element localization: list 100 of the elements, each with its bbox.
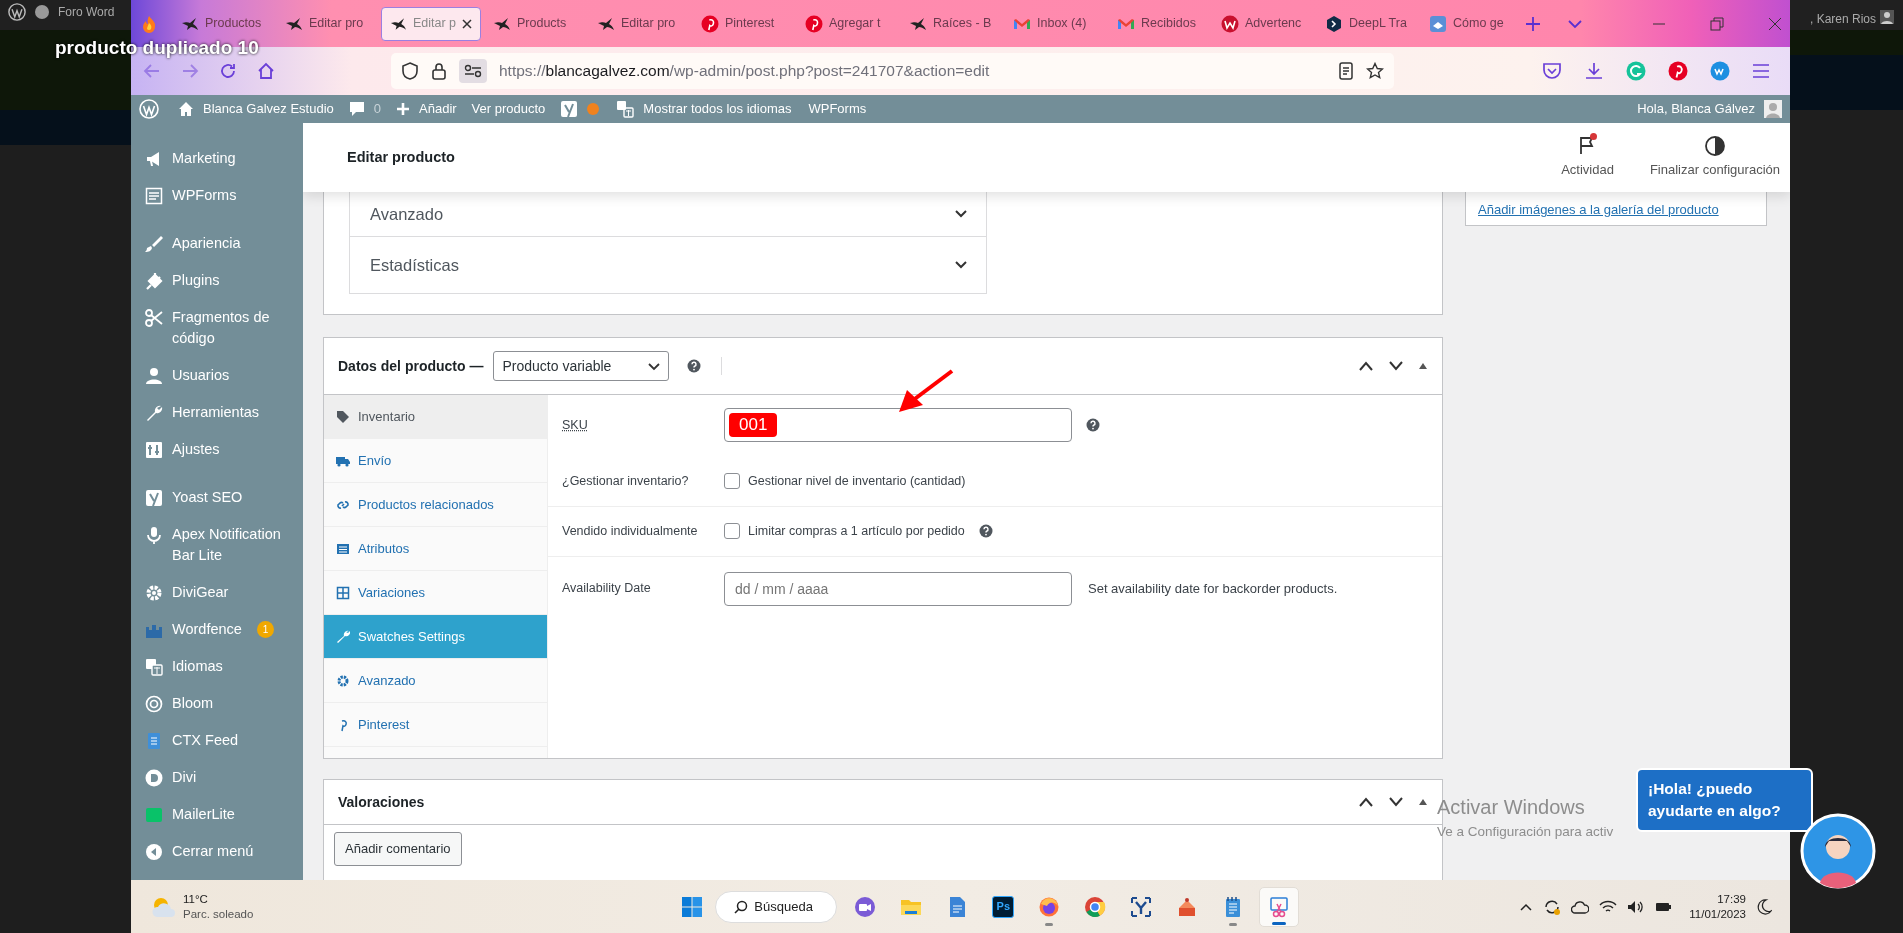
taskbar-app[interactable] (1259, 886, 1300, 927)
chevron-up-icon[interactable] (1358, 360, 1374, 372)
lock-icon (431, 62, 447, 80)
browser-tab[interactable]: Cómo ge (1421, 6, 1521, 41)
field-label: SKU (562, 416, 589, 434)
menu-icon[interactable] (1752, 63, 1770, 79)
translate-icon[interactable] (616, 100, 635, 118)
add-comment-button[interactable]: Añadir comentario (334, 832, 462, 866)
sidebar-item[interactable]: Idiomas (131, 648, 303, 685)
clock[interactable]: 17:39 11/01/2023 (1689, 891, 1746, 922)
gear-icon (145, 584, 163, 602)
sidebar-item[interactable]: Marketing (131, 140, 303, 177)
tab[interactable]: Atributos (324, 527, 547, 571)
header-action[interactable]: Actividad (1561, 135, 1614, 180)
taskbar-app[interactable]: Ps (983, 886, 1024, 927)
tab[interactable]: Inventario (324, 395, 547, 439)
greeting-link[interactable]: Hola, Blanca Gálvez (1637, 99, 1755, 119)
home-icon[interactable] (257, 62, 275, 80)
sidebar-item[interactable]: Yoast SEO (131, 468, 303, 516)
product-type-select[interactable]: Producto variable (493, 351, 670, 381)
sidebar-item[interactable]: Apex Notification Bar Lite (131, 516, 303, 574)
sidebar-item[interactable]: Bloom (131, 685, 303, 722)
sidebar-item[interactable]: Apariencia (131, 214, 303, 262)
tab[interactable]: Avanzado (324, 659, 547, 703)
sidebar-item[interactable]: MailerLite (131, 796, 303, 833)
chat-bubble[interactable]: ¡Hola! ¿puedo ayudarte en algo? (1636, 768, 1813, 832)
gear-icon (336, 673, 350, 688)
view-product-link[interactable]: Ver producto (471, 99, 546, 119)
pin-logo-icon[interactable] (1668, 61, 1688, 81)
sidebar-item[interactable]: Fragmentos de código (131, 299, 303, 357)
moon-icon[interactable] (1756, 898, 1772, 915)
url-text[interactable]: https://blancagalvez.com/wp-admin/post.php?post=241707&action=edit (499, 59, 990, 83)
tab[interactable]: Envío (324, 439, 547, 483)
checkbox[interactable] (724, 473, 740, 490)
comment-count[interactable]: 0 (373, 99, 382, 119)
restore-icon[interactable] (1710, 16, 1724, 31)
chat-avatar-icon[interactable] (1800, 813, 1876, 889)
cloud-icon[interactable] (1571, 899, 1590, 914)
letter-y-icon[interactable] (560, 100, 579, 118)
wordpress-logo-icon[interactable] (8, 3, 26, 21)
languages-link[interactable]: Mostrar todos los idiomas (643, 99, 792, 119)
browser-tab[interactable]: Editar p (381, 6, 481, 41)
round-logo-icon[interactable] (1710, 61, 1730, 81)
triangle-up-icon[interactable] (1418, 362, 1428, 370)
permissions-button[interactable] (459, 59, 487, 83)
site-name-link[interactable]: Blanca Galvez Estudio (203, 99, 334, 119)
checkbox[interactable] (724, 523, 740, 540)
browser-tab[interactable]: Products (485, 6, 585, 41)
contrast-icon (1703, 135, 1726, 158)
header-action[interactable]: Finalizar configuración (1649, 135, 1780, 180)
browser-tab[interactable]: Inbox (4) (1005, 6, 1105, 41)
pocket-icon[interactable] (1542, 61, 1562, 81)
browser-tab[interactable]: Pinterest (693, 6, 793, 41)
sidebar-item[interactable]: Divi (131, 759, 303, 796)
forms-link[interactable]: WPForms (808, 99, 867, 119)
new-menu-link[interactable]: Añadir (419, 99, 457, 119)
sidebar-item[interactable]: Cerrar menú (131, 833, 303, 870)
tab[interactable]: Pinterest (324, 703, 547, 747)
sidebar-item[interactable]: DiviGear (131, 574, 303, 611)
browser-tab[interactable]: Agregar t (797, 6, 897, 41)
reload-icon[interactable] (219, 62, 237, 80)
new-tab-icon[interactable] (1525, 15, 1541, 32)
browser-tab[interactable]: Advertenc (1213, 6, 1313, 41)
triangle-up-icon[interactable] (1418, 798, 1428, 806)
sidebar-item[interactable]: WPForms (131, 177, 303, 214)
brush-icon (145, 235, 163, 253)
close-icon[interactable] (462, 18, 472, 29)
sidebar-item[interactable]: Herramientas (131, 394, 303, 431)
browser-tab[interactable]: Editar pro (277, 6, 377, 41)
sidebar-item[interactable]: Wordfence 1 (131, 611, 303, 648)
sidebar-item[interactable]: Plugins (131, 262, 303, 299)
sidebar-item[interactable]: Ajustes (131, 431, 303, 468)
date-input-field[interactable]: dd / mm / aaaa (724, 571, 1072, 606)
house-icon (178, 101, 194, 117)
wifi-icon[interactable] (1599, 899, 1618, 914)
reader-view-icon[interactable] (1338, 62, 1354, 80)
windows-start-icon[interactable] (681, 895, 704, 918)
browser-tab[interactable]: Raíces - B (901, 6, 1001, 41)
browser-tab[interactable]: Recibidos (1109, 6, 1209, 41)
accordion-row[interactable]: Estadísticas (350, 237, 986, 293)
star-icon[interactable] (1366, 62, 1384, 80)
accordion-row[interactable]: Avanzado (350, 192, 986, 237)
chevron-down-icon[interactable] (1388, 796, 1404, 808)
chevron-up-icon[interactable] (1358, 796, 1374, 808)
browser-tab[interactable]: Editar pro (589, 6, 689, 41)
address-bar[interactable]: https://blancagalvez.com/wp-admin/post.php?post=241707&action=edit (391, 53, 1394, 89)
download-icon[interactable] (1584, 61, 1604, 81)
sidebar-item[interactable]: Usuarios (131, 357, 303, 394)
sidebar-item[interactable]: CTX Feed (131, 722, 303, 759)
tab[interactable]: Productos relacionados (324, 483, 547, 527)
search-field[interactable]: Búsqueda (715, 890, 838, 923)
chevron-down-icon[interactable] (1388, 360, 1404, 372)
tab[interactable]: Swatches Settings (324, 615, 547, 659)
background-tab-title[interactable]: Foro Word (58, 3, 115, 21)
sku-input-field[interactable]: 001 (724, 408, 1072, 442)
speaker-icon[interactable] (1627, 899, 1646, 914)
checkbox-label: Limitar compras a 1 artículo por pedido (748, 522, 965, 540)
square-icon (145, 806, 163, 824)
browser-tab[interactable]: DeepL Tra (1317, 6, 1417, 41)
browser-tab[interactable]: Productos (173, 6, 273, 41)
